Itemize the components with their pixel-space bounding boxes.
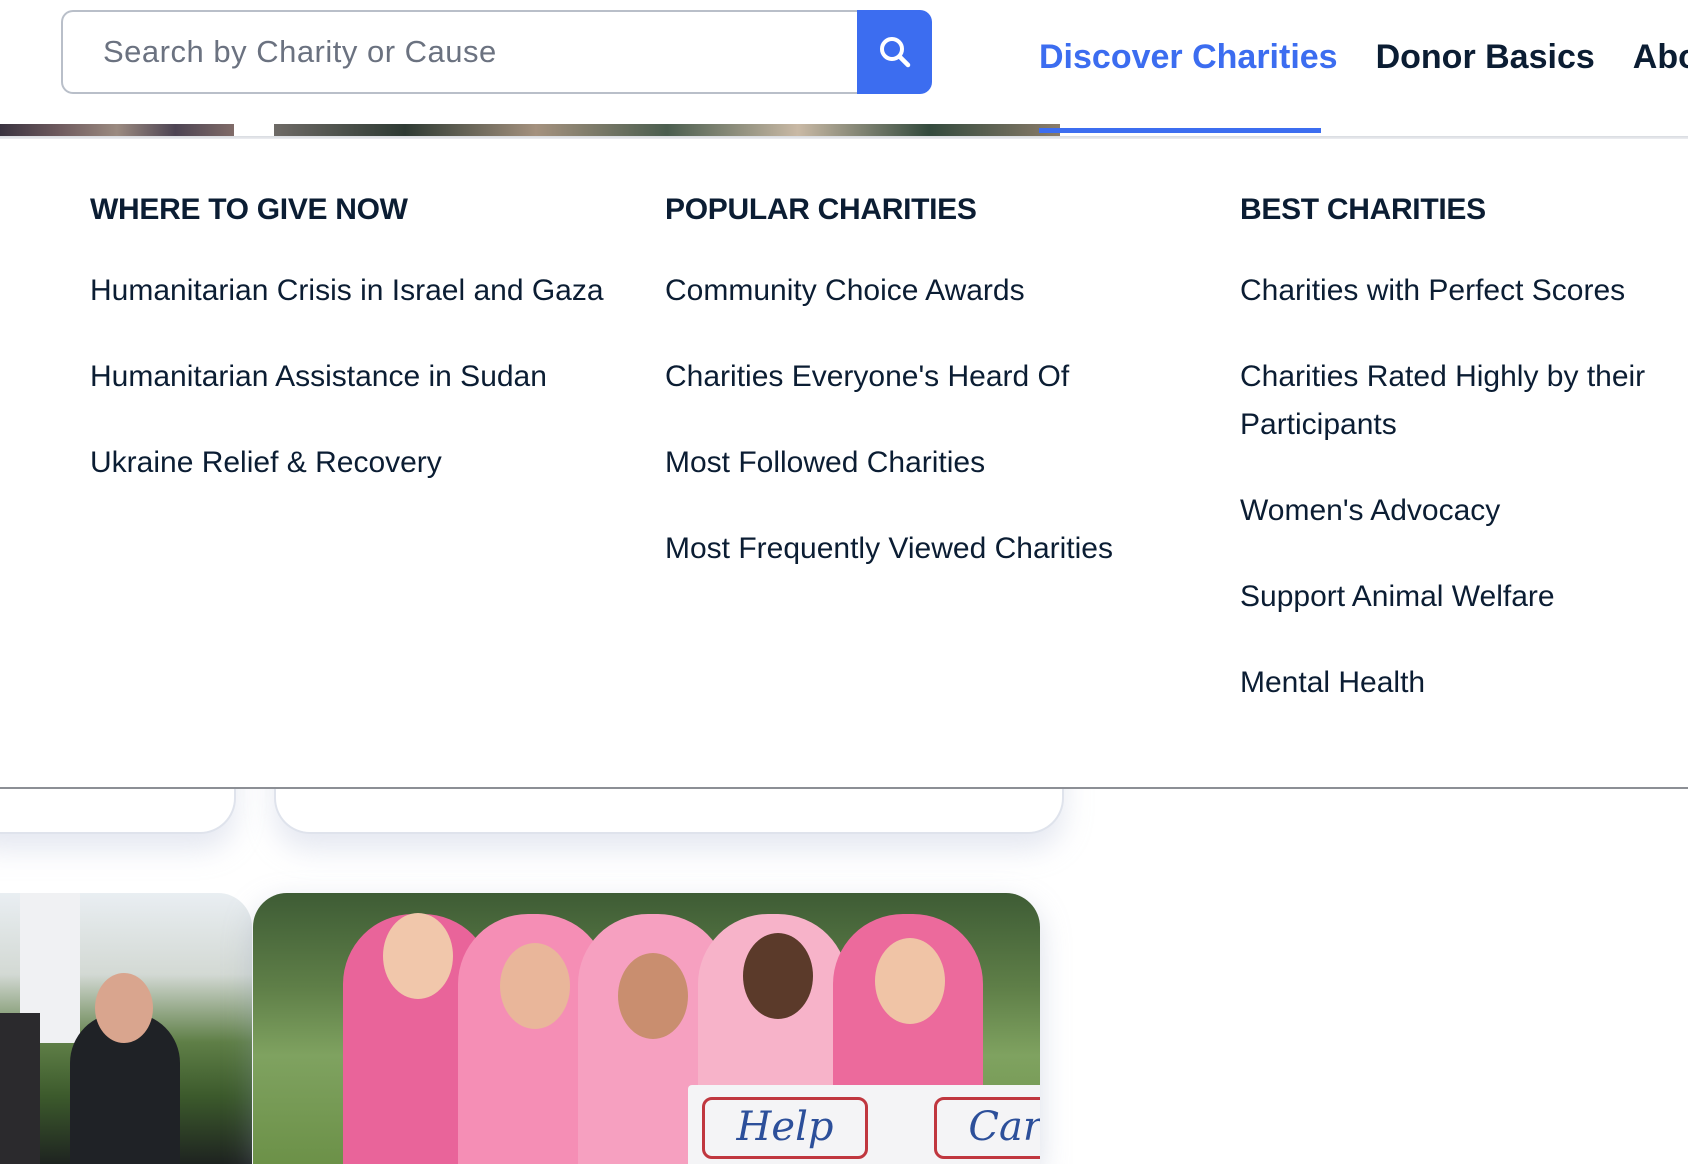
menu-list: Charities with Perfect Scores Charities … xyxy=(1240,267,1660,745)
menu-heading: WHERE TO GIVE NOW xyxy=(90,193,408,226)
person-head xyxy=(95,973,153,1043)
help-care-sign: Help Care xyxy=(688,1085,1040,1164)
main-nav: Discover Charities Donor Basics About xyxy=(1039,30,1688,84)
discover-charities-dropdown: WHERE TO GIVE NOW Humanitarian Crisis in… xyxy=(0,139,1688,789)
search-input[interactable] xyxy=(61,10,858,94)
active-nav-indicator xyxy=(1039,128,1321,133)
search-bar xyxy=(61,10,932,94)
menu-link-animal-welfare[interactable]: Support Animal Welfare xyxy=(1240,573,1660,621)
menu-link-rated-by-participants[interactable]: Charities Rated Highly by their Particip… xyxy=(1240,353,1660,449)
menu-link-israel-gaza[interactable]: Humanitarian Crisis in Israel and Gaza xyxy=(90,267,604,315)
person-silhouette xyxy=(0,1013,40,1164)
person-head xyxy=(383,913,453,999)
volunteers-photo[interactable]: Help Care xyxy=(253,893,1040,1164)
menu-link-perfect-scores[interactable]: Charities with Perfect Scores xyxy=(1240,267,1660,315)
menu-link-sudan[interactable]: Humanitarian Assistance in Sudan xyxy=(90,353,604,401)
person-head xyxy=(743,933,813,1019)
sign-word: Help xyxy=(702,1097,868,1159)
menu-list: Humanitarian Crisis in Israel and Gaza H… xyxy=(90,267,604,525)
nav-about[interactable]: About xyxy=(1633,30,1688,84)
menu-heading: BEST CHARITIES xyxy=(1240,193,1486,226)
menu-link-community-choice[interactable]: Community Choice Awards xyxy=(665,267,1113,315)
menu-link-most-viewed[interactable]: Most Frequently Viewed Charities xyxy=(665,525,1113,573)
person-head xyxy=(875,938,945,1024)
menu-link-ukraine[interactable]: Ukraine Relief & Recovery xyxy=(90,439,604,487)
person-head xyxy=(618,953,688,1039)
search-icon xyxy=(879,37,910,68)
menu-list: Community Choice Awards Charities Everyo… xyxy=(665,267,1113,611)
search-button[interactable] xyxy=(857,10,932,94)
menu-link-mental-health[interactable]: Mental Health xyxy=(1240,659,1660,707)
menu-heading: POPULAR CHARITIES xyxy=(665,193,977,226)
person-head xyxy=(500,943,570,1029)
sign-word: Care xyxy=(934,1097,1040,1159)
nav-discover-charities[interactable]: Discover Charities xyxy=(1039,30,1338,84)
event-photo[interactable] xyxy=(0,893,252,1164)
site-header: Discover Charities Donor Basics About xyxy=(0,0,1688,124)
menu-link-womens-advocacy[interactable]: Women's Advocacy xyxy=(1240,487,1660,535)
menu-link-most-followed[interactable]: Most Followed Charities xyxy=(665,439,1113,487)
menu-link-everyones-heard-of[interactable]: Charities Everyone's Heard Of xyxy=(665,353,1113,401)
nav-donor-basics[interactable]: Donor Basics xyxy=(1376,30,1595,84)
